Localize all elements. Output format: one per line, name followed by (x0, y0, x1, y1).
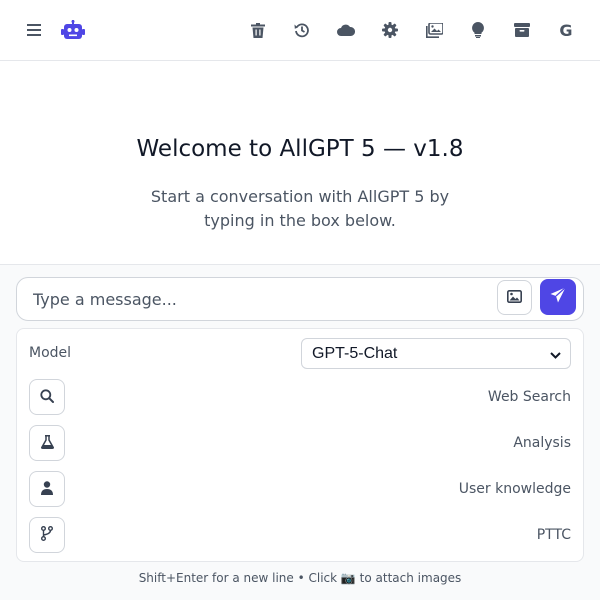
model-label: Model (29, 345, 72, 361)
pttc-button[interactable] (29, 517, 65, 553)
search-icon (40, 388, 54, 407)
google-icon[interactable]: G (554, 18, 578, 42)
chevron-down-icon (550, 344, 561, 363)
history-icon[interactable] (290, 18, 314, 42)
trash-icon[interactable] (246, 18, 270, 42)
user-knowledge-button[interactable] (29, 471, 65, 507)
pttc-label: PTTC (536, 527, 571, 543)
attach-image-button[interactable] (497, 280, 532, 315)
message-input[interactable] (33, 286, 493, 312)
cloud-icon[interactable] (334, 18, 358, 42)
flask-icon (40, 434, 54, 453)
robot-logo-icon (61, 18, 85, 42)
images-icon[interactable] (422, 18, 446, 42)
branch-icon (41, 525, 53, 545)
model-select-value: GPT-5-Chat (312, 344, 398, 362)
image-icon (507, 288, 522, 307)
analysis-label: Analysis (513, 435, 571, 451)
web-search-button[interactable] (29, 379, 65, 415)
welcome-title: Welcome to AllGPT 5 — v1.8 (136, 136, 464, 162)
paper-plane-icon (550, 287, 566, 307)
model-select[interactable]: GPT-5-Chat (301, 338, 571, 369)
google-letter: G (559, 20, 573, 40)
analysis-button[interactable] (29, 425, 65, 461)
user-icon (41, 480, 53, 499)
input-hint: Shift+Enter for a new line • Click 📷 to … (138, 571, 462, 585)
archive-icon[interactable] (510, 18, 534, 42)
lightbulb-icon[interactable] (466, 18, 490, 42)
menu-icon[interactable] (22, 18, 46, 42)
welcome-subtitle: Start a conversation with AllGPT 5 by ty… (150, 187, 450, 230)
gear-icon[interactable] (378, 18, 402, 42)
web-search-label: Web Search (487, 389, 571, 405)
user-knowledge-label: User knowledge (458, 481, 571, 497)
send-button[interactable] (540, 279, 576, 315)
top-toolbar: G (0, 0, 600, 61)
